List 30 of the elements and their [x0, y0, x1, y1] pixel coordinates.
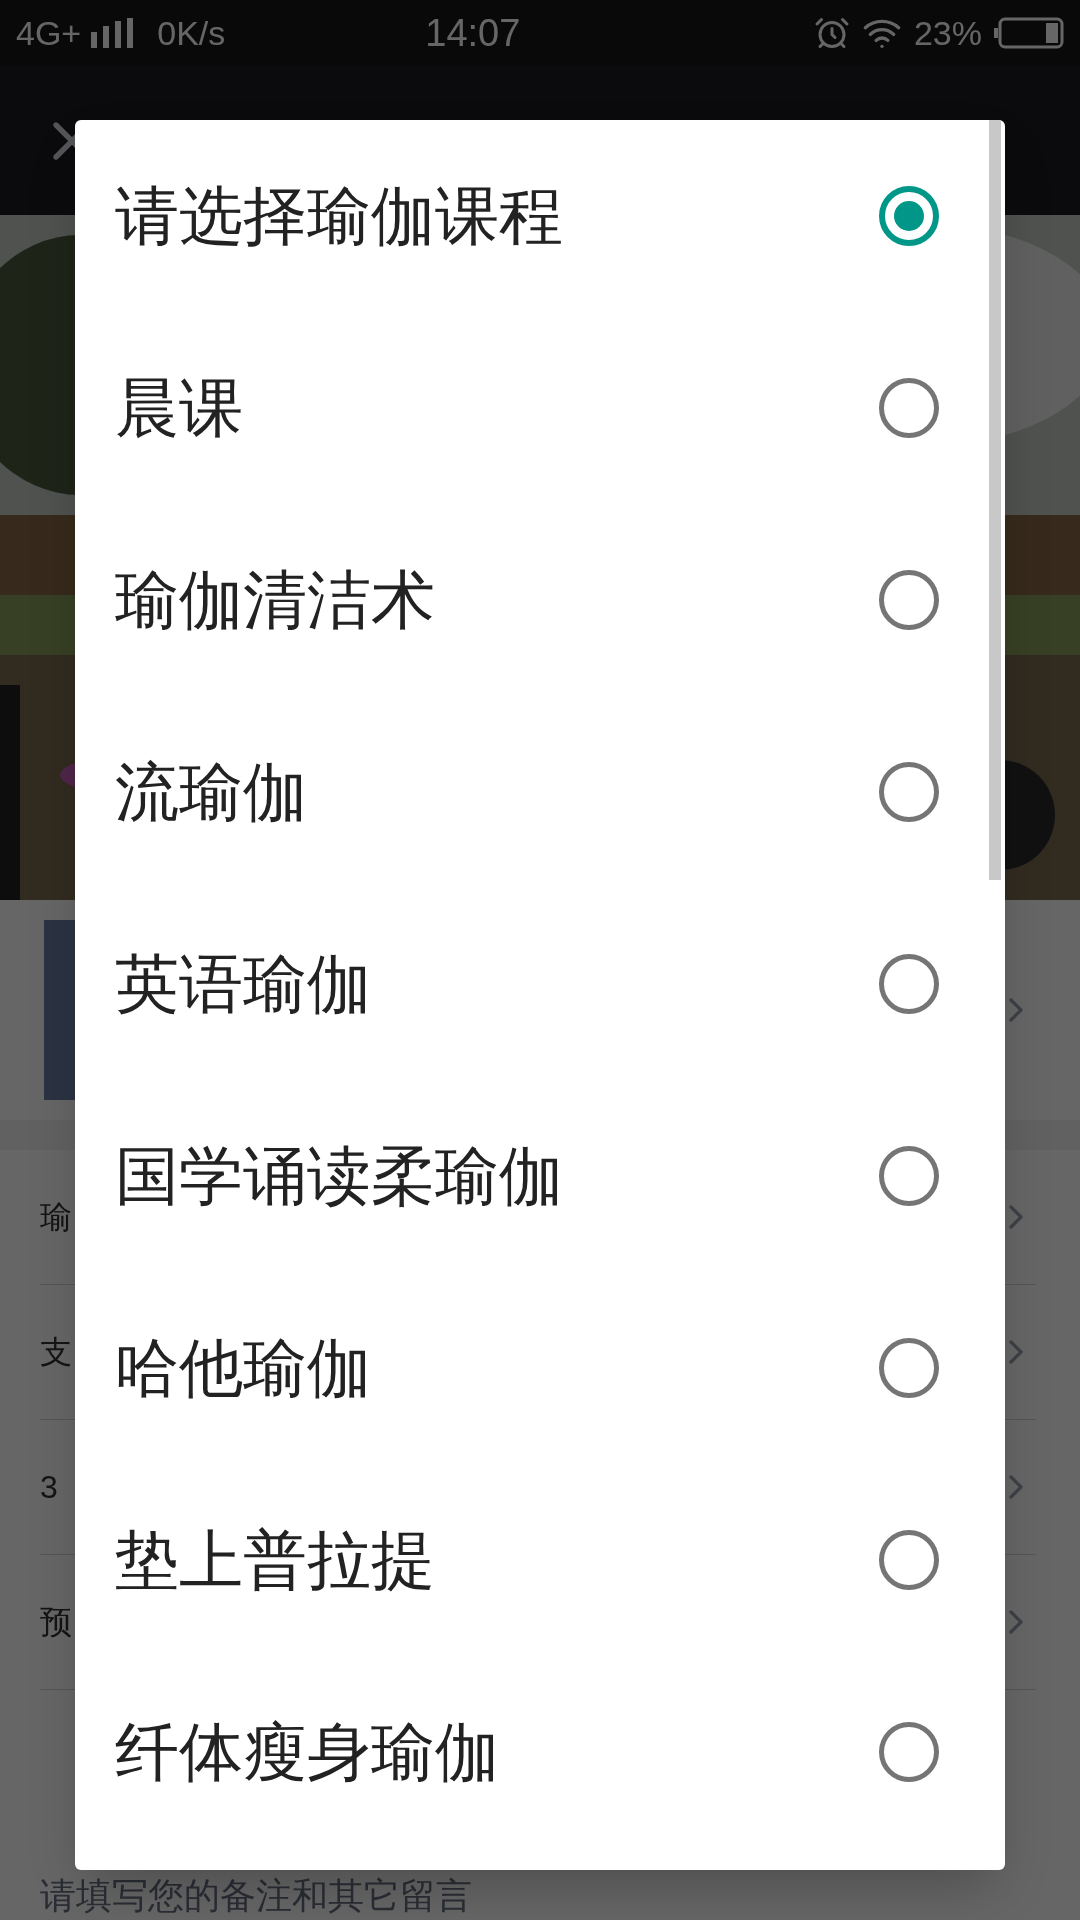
- signal-icon: [89, 18, 134, 48]
- alarm-icon: [813, 15, 850, 51]
- radio-button[interactable]: [879, 570, 939, 630]
- scrollbar[interactable]: [989, 120, 1001, 880]
- radio-button[interactable]: [879, 762, 939, 822]
- radio-button[interactable]: [879, 1530, 939, 1590]
- battery-percent: 23%: [913, 12, 982, 54]
- clock-time: 14:07: [425, 10, 521, 56]
- network-type: 4G+: [16, 12, 82, 54]
- form-label: 瑜: [40, 1198, 72, 1237]
- radio-button[interactable]: [879, 186, 939, 246]
- course-option[interactable]: 国学诵读柔瑜伽: [115, 1128, 563, 1224]
- radio-button[interactable]: [879, 954, 939, 1014]
- course-option[interactable]: 请选择瑜伽课程: [115, 168, 563, 264]
- radio-button[interactable]: [879, 1146, 939, 1206]
- course-option[interactable]: 垫上普拉提: [115, 1512, 435, 1608]
- form-label: 3: [40, 1468, 58, 1507]
- network-speed: 0K/s: [157, 12, 226, 54]
- course-option[interactable]: 纤体瘦身瑜伽: [115, 1704, 499, 1800]
- course-option[interactable]: 哈他瑜伽: [115, 1320, 371, 1416]
- form-label: 支: [40, 1333, 72, 1372]
- course-option[interactable]: 流瑜伽: [115, 744, 307, 840]
- course-option[interactable]: 晨课: [115, 360, 243, 456]
- radio-button[interactable]: [879, 378, 939, 438]
- course-option[interactable]: 英语瑜伽: [115, 936, 371, 1032]
- radio-button[interactable]: [879, 1722, 939, 1782]
- form-label: 预: [40, 1603, 72, 1642]
- radio-button[interactable]: [879, 1338, 939, 1398]
- course-option[interactable]: 瑜伽清洁术: [115, 552, 435, 648]
- battery-icon: [994, 17, 1064, 49]
